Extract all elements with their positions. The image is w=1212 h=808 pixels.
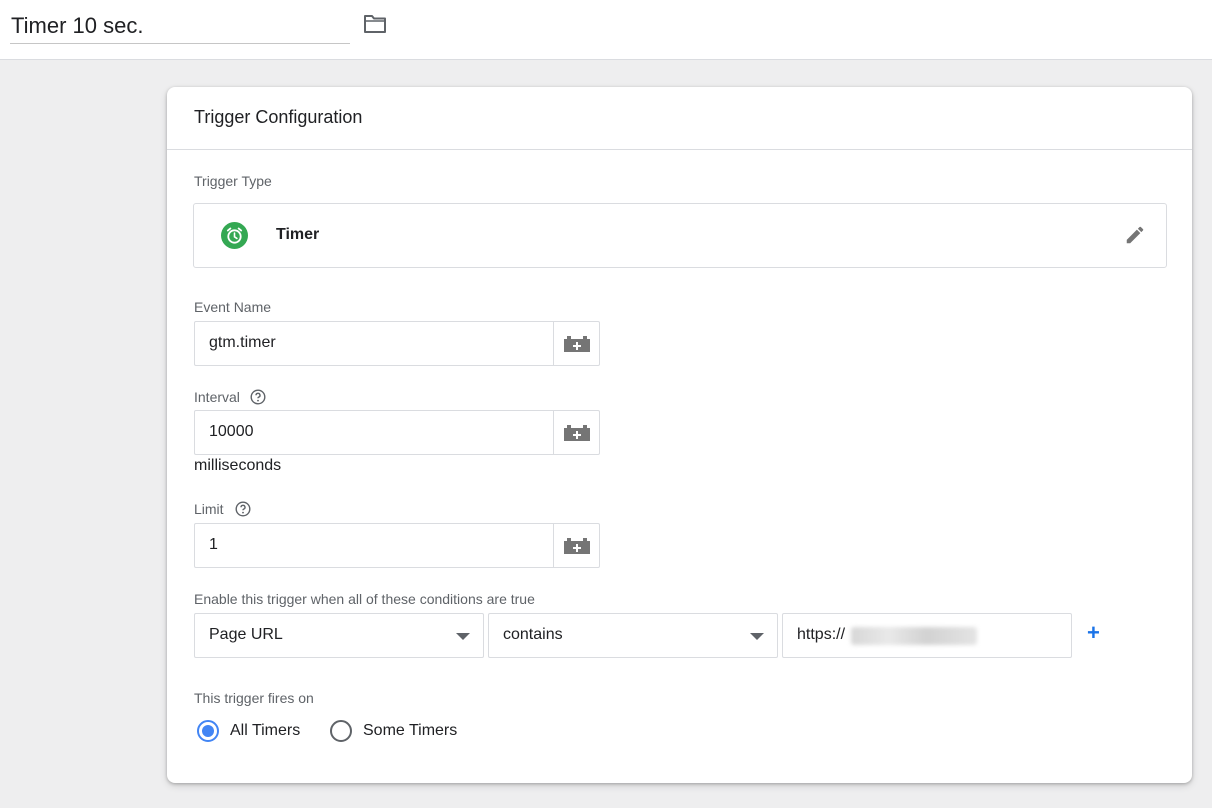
card-divider: [167, 149, 1192, 150]
limit-field[interactable]: 1: [194, 523, 600, 568]
dropdown-arrow-icon: [750, 633, 764, 640]
interval-unit: milliseconds: [194, 457, 282, 474]
condition-operator-value: contains: [503, 626, 563, 643]
help-icon[interactable]: [250, 389, 266, 405]
condition-value-input[interactable]: https://: [782, 613, 1072, 658]
add-variable-icon: [564, 336, 590, 352]
radio-unchecked-icon[interactable]: [330, 720, 352, 742]
card-title: Trigger Configuration: [194, 107, 363, 127]
top-bar: [0, 0, 1212, 60]
condition-value-text: https://: [797, 626, 846, 643]
variable-picker-button[interactable]: [553, 524, 599, 567]
trigger-type-selector[interactable]: Timer: [193, 203, 1167, 268]
variable-picker-button[interactable]: [553, 322, 599, 365]
interval-label: Interval: [194, 389, 240, 405]
folder-icon[interactable]: [363, 13, 387, 35]
condition-variable-select[interactable]: Page URL: [194, 613, 484, 658]
add-variable-icon: [564, 538, 590, 554]
help-icon[interactable]: [235, 501, 251, 517]
trigger-configuration-card: Trigger Configuration Trigger Type Timer…: [167, 87, 1192, 783]
timer-icon: [221, 222, 248, 249]
condition-operator-select[interactable]: contains: [488, 613, 778, 658]
radio-some-timers[interactable]: Some Timers: [330, 720, 460, 744]
interval-field[interactable]: 10000: [194, 410, 600, 455]
event-name-field[interactable]: gtm.timer: [194, 321, 600, 366]
conditions-label: Enable this trigger when all of these co…: [194, 591, 535, 607]
radio-all-timers-label: All Timers: [230, 722, 301, 739]
radio-some-timers-label: Some Timers: [363, 722, 458, 739]
trigger-name-input[interactable]: [10, 9, 350, 44]
pencil-icon[interactable]: [1124, 224, 1146, 246]
interval-value: 10000: [209, 423, 254, 440]
dropdown-arrow-icon: [456, 633, 470, 640]
redacted-url: [851, 627, 977, 645]
limit-value: 1: [209, 536, 218, 553]
limit-label: Limit: [194, 501, 224, 517]
fires-on-label: This trigger fires on: [194, 690, 314, 706]
trigger-type-label: Trigger Type: [194, 173, 272, 189]
condition-variable-value: Page URL: [209, 626, 283, 643]
trigger-type-name: Timer: [276, 226, 320, 243]
add-variable-icon: [564, 425, 590, 441]
variable-picker-button[interactable]: [553, 411, 599, 454]
event-name-label: Event Name: [194, 299, 272, 315]
add-condition-button[interactable]: +: [1087, 621, 1100, 645]
radio-all-timers[interactable]: All Timers: [197, 720, 307, 744]
event-name-value: gtm.timer: [209, 334, 276, 351]
radio-checked-icon[interactable]: [197, 720, 219, 742]
